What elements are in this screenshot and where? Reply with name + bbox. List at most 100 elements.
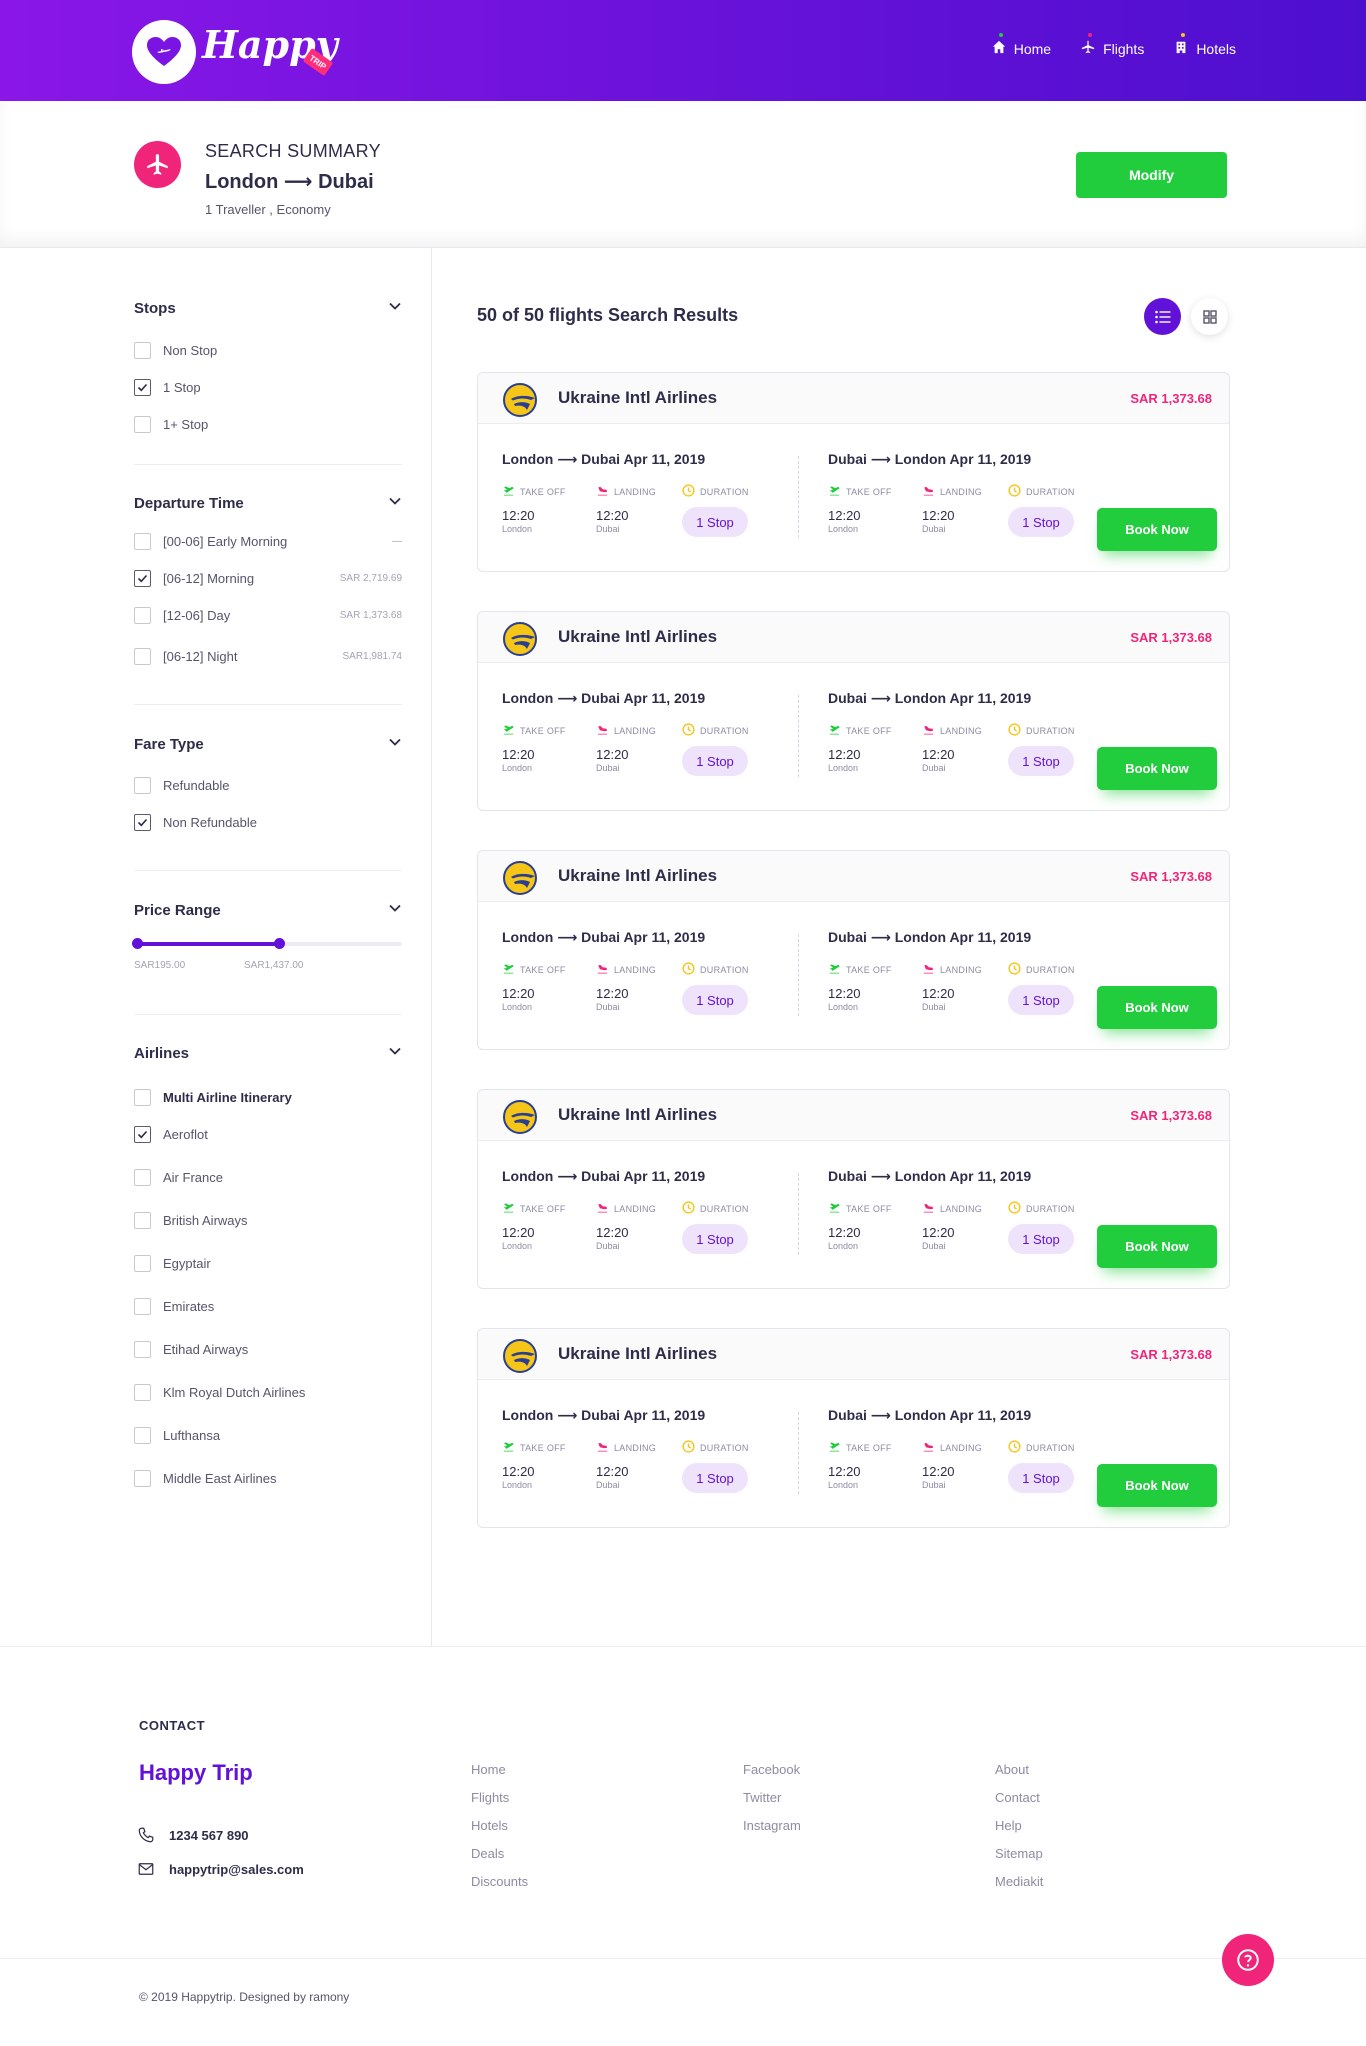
filter-option[interactable]: Multi Airline Itinerary (134, 1089, 402, 1106)
grid-view-button[interactable] (1191, 298, 1228, 335)
book-now-button[interactable]: Book Now (1097, 747, 1217, 790)
checkbox[interactable] (134, 1212, 151, 1229)
nav-home[interactable]: Home (992, 33, 1052, 57)
footer-link[interactable]: Home (471, 1756, 528, 1784)
summary-travellers: 1 Traveller , Economy (205, 202, 331, 217)
footer-link[interactable]: Sitemap (995, 1840, 1043, 1868)
arrow-right-icon: ⟶ (866, 690, 895, 706)
checkbox[interactable] (134, 777, 151, 794)
filter-option[interactable]: Klm Royal Dutch Airlines (134, 1384, 402, 1401)
footer-link[interactable]: Hotels (471, 1812, 528, 1840)
modify-button[interactable]: Modify (1076, 152, 1227, 198)
checkbox[interactable] (134, 1169, 151, 1186)
landing-icon (597, 725, 608, 735)
filter-title-stops[interactable]: Stops (134, 298, 402, 318)
checkbox[interactable] (134, 1341, 151, 1358)
checkbox[interactable] (134, 648, 151, 665)
filter-option[interactable]: Etihad Airways (134, 1341, 402, 1358)
filter-option[interactable]: Lufthansa (134, 1427, 402, 1444)
book-now-button[interactable]: Book Now (1097, 986, 1217, 1029)
filter-title-airlines[interactable]: Airlines (134, 1043, 402, 1063)
nav-flights[interactable]: Flights (1081, 33, 1144, 57)
footer-link[interactable]: About (995, 1756, 1043, 1784)
label-text: LANDING (614, 1203, 657, 1214)
checkbox[interactable] (134, 1298, 151, 1315)
chevron-down-icon[interactable] (388, 1044, 402, 1062)
flight-leg: London ⟶ Dubai Apr 11, 2019 TAKE OFF LANDI… (502, 424, 802, 572)
stops-badge: 1 Stop (1008, 746, 1074, 776)
label-text: LANDING (940, 1442, 983, 1453)
filter-option[interactable]: [06-12] Morning SAR 2,719.69 (134, 570, 402, 587)
footer-link[interactable]: Facebook (743, 1756, 801, 1784)
price-range-slider[interactable] (132, 938, 402, 949)
chevron-down-icon[interactable] (388, 901, 402, 919)
chevron-down-icon[interactable] (388, 494, 402, 512)
hotel-icon (1174, 40, 1188, 57)
filter-option[interactable]: Egyptair (134, 1255, 402, 1272)
footer-link[interactable]: Contact (995, 1784, 1043, 1812)
chevron-down-icon[interactable] (388, 735, 402, 753)
chevron-down-icon[interactable] (388, 299, 402, 317)
filter-group-stops: Stops Non Stop 1 Stop 1+ Stop (134, 298, 402, 433)
filter-option[interactable]: [06-12] Night SAR1,981.74 (134, 648, 402, 665)
checkbox[interactable] (134, 607, 151, 624)
filter-option[interactable]: 1 Stop (134, 379, 402, 396)
book-now-button[interactable]: Book Now (1097, 508, 1217, 551)
filter-option[interactable]: Non Stop (134, 342, 402, 359)
filter-option-label: [06-12] Morning (163, 571, 255, 586)
flight-card-header: Ukraine Intl Airlines SAR 1,373.68 (478, 1090, 1229, 1141)
footer-link[interactable]: Help (995, 1812, 1043, 1840)
leg-route: Dubai ⟶ London Apr 11, 2019 (828, 690, 1031, 707)
logo-heart-icon[interactable] (132, 20, 196, 84)
price-max-handle[interactable] (273, 938, 285, 949)
filter-option[interactable]: British Airways (134, 1212, 402, 1229)
footer-link[interactable]: Flights (471, 1784, 528, 1812)
filter-option[interactable]: [12-06] Day SAR 1,373.68 (134, 607, 402, 624)
checkbox[interactable] (134, 1470, 151, 1487)
checkbox[interactable] (134, 1126, 151, 1143)
checkbox[interactable] (134, 342, 151, 359)
list-view-button[interactable] (1144, 298, 1181, 335)
landing-icon (596, 1201, 609, 1216)
check-icon (137, 574, 148, 583)
checkbox[interactable] (134, 379, 151, 396)
landing-label: LANDING (596, 1201, 656, 1216)
checkbox[interactable] (134, 533, 151, 550)
filter-title-fare[interactable]: Fare Type (134, 734, 402, 754)
checkbox[interactable] (134, 570, 151, 587)
checkbox[interactable] (134, 1255, 151, 1272)
filter-option[interactable]: Refundable (134, 777, 402, 794)
filter-option[interactable]: Middle East Airlines (134, 1470, 402, 1487)
filter-title-price[interactable]: Price Range (134, 900, 402, 920)
price-min-handle[interactable] (132, 938, 143, 949)
leg-date: Apr 11, 2019 (949, 1168, 1032, 1184)
book-now-button[interactable]: Book Now (1097, 1464, 1217, 1507)
nav-label: Home (1013, 40, 1052, 57)
book-now-button[interactable]: Book Now (1097, 1225, 1217, 1268)
filter-title-departure[interactable]: Departure Time (134, 493, 402, 513)
footer-link[interactable]: Instagram (743, 1812, 801, 1840)
footer-logo[interactable]: Happy Trip (139, 1760, 253, 1786)
nav-hotels[interactable]: Hotels (1174, 33, 1236, 57)
footer-link[interactable]: Mediakit (995, 1868, 1043, 1896)
leg-to: London (894, 929, 947, 945)
filter-option[interactable]: Aeroflot (134, 1126, 402, 1143)
filter-option[interactable]: [00-06] Early Morning — (134, 533, 402, 550)
filter-option[interactable]: 1+ Stop (134, 416, 402, 433)
footer-link[interactable]: Discounts (471, 1868, 528, 1896)
checkbox[interactable] (134, 1089, 151, 1106)
checkbox[interactable] (134, 1427, 151, 1444)
footer-email[interactable]: happytrip@sales.com (137, 1860, 304, 1878)
footer-phone[interactable]: 1234 567 890 (137, 1826, 249, 1844)
footer-link[interactable]: Deals (471, 1840, 528, 1868)
help-button[interactable] (1222, 1934, 1274, 1986)
label-text: DURATION (700, 964, 749, 975)
checkbox[interactable] (134, 1384, 151, 1401)
footer-link[interactable]: Twitter (743, 1784, 801, 1812)
filter-option[interactable]: Non Refundable (134, 814, 402, 831)
filter-option[interactable]: Emirates (134, 1298, 402, 1315)
filter-option[interactable]: Air France (134, 1169, 402, 1186)
airline-logo-icon (503, 861, 537, 895)
checkbox[interactable] (134, 416, 151, 433)
checkbox[interactable] (134, 814, 151, 831)
